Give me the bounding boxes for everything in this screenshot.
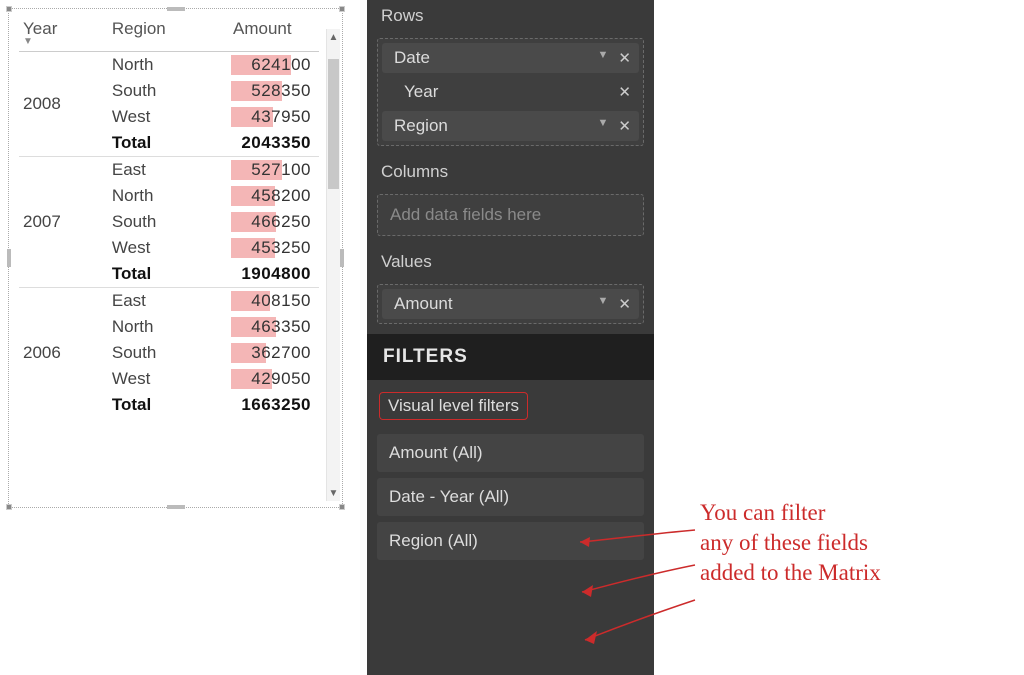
year-cell: 2007 xyxy=(19,157,108,288)
close-icon[interactable]: ✕ xyxy=(618,83,631,101)
scroll-down-icon[interactable]: ▼ xyxy=(327,485,340,501)
amount-cell: 453250 xyxy=(229,235,319,261)
close-icon[interactable]: ✕ xyxy=(618,117,631,135)
region-cell: North xyxy=(108,52,229,79)
year-cell: 2008 xyxy=(19,52,108,157)
filter-pill[interactable]: Amount (All) xyxy=(377,434,644,472)
field-pill-region[interactable]: Region ▼ ✕ xyxy=(382,111,639,141)
rows-well[interactable]: Date ▼ ✕ Year ✕ Region ▼ ✕ xyxy=(377,38,644,146)
region-cell: East xyxy=(108,288,229,315)
filters-header: FILTERS xyxy=(367,334,654,380)
field-pill-date[interactable]: Date ▼ ✕ xyxy=(382,43,639,73)
table-row: 2008North624100 xyxy=(19,52,319,79)
total-value: 1904800 xyxy=(229,261,319,288)
pill-label: Date xyxy=(394,48,430,68)
region-cell: South xyxy=(108,209,229,235)
amount-cell: 528350 xyxy=(229,78,319,104)
matrix-visual[interactable]: Year ▼ Region Amount 2008North624100Sout… xyxy=(8,8,343,508)
total-value: 1663250 xyxy=(229,392,319,418)
region-cell: West xyxy=(108,235,229,261)
region-cell: North xyxy=(108,314,229,340)
amount-cell: 458200 xyxy=(229,183,319,209)
field-pill-year[interactable]: Year ✕ xyxy=(382,77,639,107)
region-cell: South xyxy=(108,340,229,366)
placeholder-text: Add data fields here xyxy=(390,205,541,224)
table-row: 2007East527100 xyxy=(19,157,319,184)
scroll-up-icon[interactable]: ▲ xyxy=(327,29,340,45)
region-cell: West xyxy=(108,104,229,130)
region-cell: East xyxy=(108,157,229,184)
col-header-amount[interactable]: Amount xyxy=(229,15,319,52)
sort-desc-icon: ▼ xyxy=(23,39,98,45)
region-cell: North xyxy=(108,183,229,209)
annotation-text: You can filter any of these fields added… xyxy=(700,498,1020,588)
filter-pill[interactable]: Date - Year (All) xyxy=(377,478,644,516)
pill-label: Year xyxy=(404,82,438,102)
scrollbar-thumb[interactable] xyxy=(328,59,339,189)
col-header-region[interactable]: Region xyxy=(108,15,229,52)
amount-cell: 527100 xyxy=(229,157,319,184)
close-icon[interactable]: ✕ xyxy=(618,295,631,313)
amount-cell: 466250 xyxy=(229,209,319,235)
columns-well[interactable]: Add data fields here xyxy=(377,194,644,236)
region-cell: West xyxy=(108,366,229,392)
amount-cell: 408150 xyxy=(229,288,319,315)
amount-cell: 437950 xyxy=(229,104,319,130)
pill-label: Region xyxy=(394,116,448,136)
values-well[interactable]: Amount ▼ ✕ xyxy=(377,284,644,324)
amount-cell: 429050 xyxy=(229,366,319,392)
amount-cell: 362700 xyxy=(229,340,319,366)
chevron-down-icon[interactable]: ▼ xyxy=(598,295,609,313)
pill-label: Amount xyxy=(394,294,453,314)
col-header-year[interactable]: Year ▼ xyxy=(19,15,108,52)
rows-label: Rows xyxy=(367,0,654,34)
total-label: Total xyxy=(108,261,229,288)
total-label: Total xyxy=(108,392,229,418)
table-row: 2006East408150 xyxy=(19,288,319,315)
total-label: Total xyxy=(108,130,229,157)
visual-level-filters-label: Visual level filters xyxy=(379,392,528,420)
total-value: 2043350 xyxy=(229,130,319,157)
amount-cell: 463350 xyxy=(229,314,319,340)
chevron-down-icon[interactable]: ▼ xyxy=(598,117,609,135)
year-cell: 2006 xyxy=(19,288,108,419)
scrollbar[interactable]: ▲ ▼ xyxy=(326,29,340,501)
close-icon[interactable]: ✕ xyxy=(618,49,631,67)
field-pill-amount[interactable]: Amount ▼ ✕ xyxy=(382,289,639,319)
region-cell: South xyxy=(108,78,229,104)
matrix-table: Year ▼ Region Amount 2008North624100Sout… xyxy=(19,15,319,418)
chevron-down-icon[interactable]: ▼ xyxy=(598,49,609,67)
values-label: Values xyxy=(367,246,654,280)
amount-cell: 624100 xyxy=(229,52,319,79)
columns-label: Columns xyxy=(367,156,654,190)
